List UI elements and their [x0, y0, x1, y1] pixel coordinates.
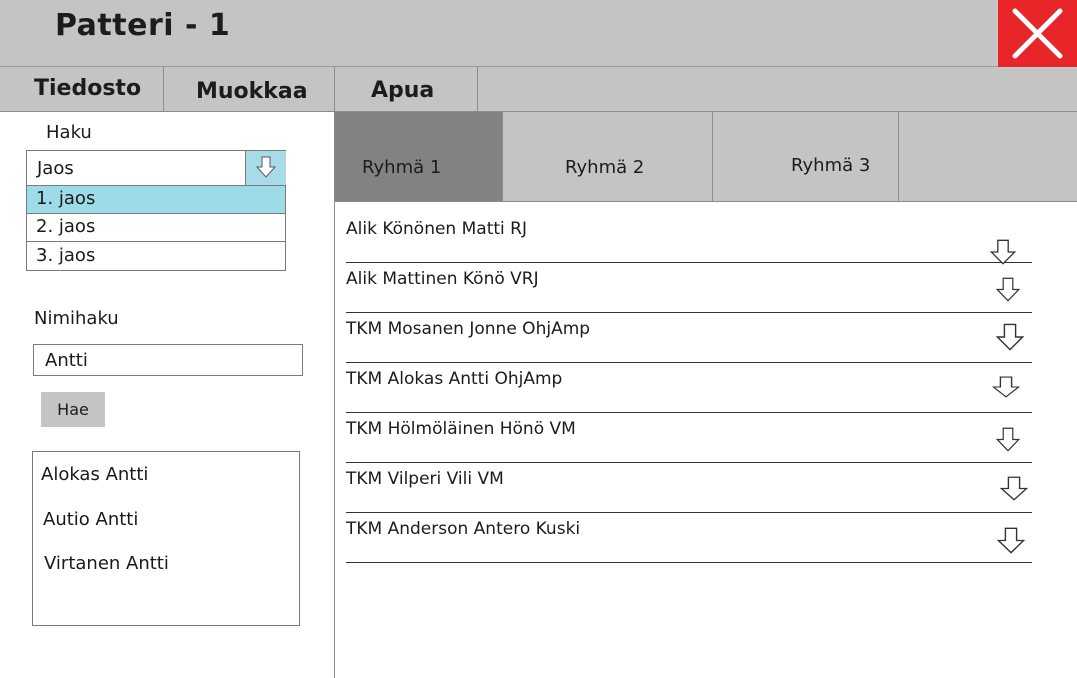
- tab-label: Ryhmä 2: [565, 157, 645, 178]
- arrow-down-icon[interactable]: [1000, 476, 1028, 501]
- list-item: TKM Anderson Antero Kuski: [346, 513, 1032, 563]
- member-name: TKM Anderson Antero Kuski: [346, 519, 581, 539]
- member-name: Alik Könönen Matti RJ: [346, 219, 527, 239]
- list-item: TKM Mosanen Jonne OhjAmp: [346, 313, 1032, 363]
- tab-ryhma-2[interactable]: Ryhmä 2: [503, 112, 713, 201]
- combobox-value: Jaos: [37, 158, 74, 179]
- menu-item-label: Apua: [371, 78, 435, 103]
- menu-item-apua[interactable]: Apua: [335, 67, 478, 112]
- option-label: 2. jaos: [36, 216, 96, 237]
- arrow-down-icon: [256, 156, 276, 178]
- tab-label: Ryhmä 3: [791, 155, 871, 176]
- menu-item-label: Muokkaa: [196, 79, 308, 104]
- group-tabs: Ryhmä 1 Ryhmä 2 Ryhmä 3: [335, 112, 1077, 202]
- arrow-down-icon[interactable]: [997, 527, 1025, 554]
- combobox-dropdown-button[interactable]: [245, 151, 286, 185]
- arrow-down-icon[interactable]: [996, 427, 1020, 452]
- option-label: 1. jaos: [36, 188, 96, 209]
- search-button[interactable]: Hae: [41, 392, 105, 427]
- dropdown-option[interactable]: 1. jaos: [27, 186, 285, 214]
- member-name: TKM Hölmöläinen Hönö VM: [346, 419, 576, 439]
- jaos-dropdown-list: 1. jaos 2. jaos 3. jaos: [26, 185, 286, 271]
- close-button[interactable]: [998, 0, 1077, 67]
- title-bar: Patteri - 1: [0, 0, 1077, 67]
- member-name: TKM Alokas Antti OhjAmp: [346, 369, 563, 389]
- search-results-list: Alokas Antti Autio Antti Virtanen Antti: [32, 451, 300, 626]
- menu-item-muokkaa[interactable]: Muokkaa: [164, 67, 335, 112]
- list-item[interactable]: Virtanen Antti: [44, 553, 169, 574]
- arrow-down-icon[interactable]: [996, 323, 1024, 351]
- option-label: 3. jaos: [36, 245, 96, 266]
- list-item[interactable]: Alokas Antti: [41, 464, 148, 485]
- search-label: Haku: [46, 122, 92, 143]
- tab-label: Ryhmä 1: [362, 157, 442, 178]
- list-item: TKM Vilperi Vili VM: [346, 463, 1032, 513]
- tab-ryhma-1[interactable]: Ryhmä 1: [335, 112, 503, 201]
- jaos-combobox[interactable]: Jaos: [26, 150, 286, 186]
- menu-item-label: Tiedosto: [34, 76, 142, 101]
- list-item: TKM Alokas Antti OhjAmp: [346, 363, 1032, 413]
- member-name: TKM Mosanen Jonne OhjAmp: [346, 319, 591, 339]
- name-search-input[interactable]: [33, 344, 303, 376]
- list-item: Alik Könönen Matti RJ: [346, 213, 1032, 265]
- dropdown-option[interactable]: 2. jaos: [27, 214, 285, 242]
- menu-item-tiedosto[interactable]: Tiedosto: [0, 67, 164, 112]
- list-item[interactable]: Autio Antti: [43, 509, 138, 530]
- menu-bar: Tiedosto Muokkaa Apua: [0, 67, 1077, 112]
- close-icon: [1012, 8, 1063, 59]
- name-search-label: Nimihaku: [34, 308, 119, 329]
- list-item: Alik Mattinen Könö VRJ: [346, 263, 1032, 313]
- arrow-down-icon[interactable]: [992, 376, 1020, 398]
- list-item: TKM Hölmöläinen Hönö VM: [346, 413, 1032, 463]
- member-name: TKM Vilperi Vili VM: [346, 469, 504, 489]
- arrow-down-icon[interactable]: [990, 239, 1016, 265]
- arrow-down-icon[interactable]: [996, 277, 1020, 302]
- tab-ryhma-3[interactable]: Ryhmä 3: [713, 112, 899, 201]
- dropdown-option[interactable]: 3. jaos: [27, 243, 285, 271]
- window-title: Patteri - 1: [55, 8, 231, 43]
- member-name: Alik Mattinen Könö VRJ: [346, 269, 539, 289]
